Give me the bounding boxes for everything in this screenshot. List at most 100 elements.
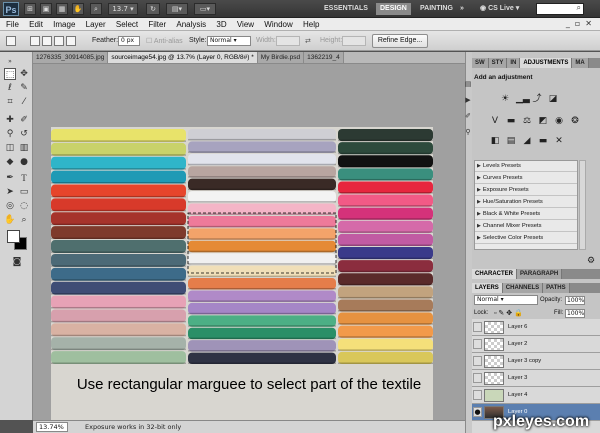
clone-stamp-tool-icon[interactable]: ⚲ bbox=[4, 128, 16, 140]
quick-selection-tool-icon[interactable]: ✎ bbox=[18, 82, 30, 94]
tab-paragraph[interactable]: PARAGRAPH bbox=[517, 269, 563, 279]
menu-analysis[interactable]: Analysis bbox=[172, 18, 210, 31]
opacity-field[interactable]: 100% bbox=[565, 296, 585, 305]
intersect-selection-icon[interactable] bbox=[66, 36, 76, 46]
panel-options-icon[interactable]: ⚙ bbox=[586, 256, 596, 266]
list-item[interactable]: ▶ Levels Presets bbox=[475, 161, 577, 172]
eyedropper-tool-icon[interactable]: ⁄ bbox=[18, 96, 30, 108]
curves-icon[interactable]: ⤴ bbox=[532, 94, 542, 104]
canvas-area[interactable]: Use rectangular marguee to select part o… bbox=[33, 64, 465, 427]
invert-icon[interactable]: ◧ bbox=[490, 136, 500, 146]
height-field[interactable] bbox=[342, 36, 366, 46]
list-item[interactable]: ▶ Black & White Presets bbox=[475, 209, 577, 220]
eraser-tool-icon[interactable]: ◫ bbox=[4, 142, 16, 154]
lasso-tool-icon[interactable]: ℓ bbox=[4, 82, 16, 94]
doc-tab[interactable]: 1362219_4 bbox=[304, 52, 344, 63]
menu-help[interactable]: Help bbox=[299, 18, 323, 31]
layer-row[interactable]: Layer 3 bbox=[472, 370, 600, 387]
swap-dimensions-icon[interactable]: ⇄ bbox=[305, 37, 311, 45]
mini-bridge-icon[interactable]: ▣ bbox=[40, 3, 52, 15]
list-item[interactable]: ▶ Selective Color Presets bbox=[475, 233, 577, 244]
new-selection-icon[interactable] bbox=[30, 36, 40, 46]
zoom-level-dropdown[interactable]: 13.7 ▾ bbox=[108, 3, 138, 15]
menu-select[interactable]: Select bbox=[112, 18, 142, 31]
help-search-input[interactable]: ⌕ bbox=[536, 3, 584, 15]
brightness-contrast-icon[interactable]: ☀ bbox=[500, 94, 510, 104]
visibility-toggle[interactable] bbox=[473, 339, 482, 349]
menu-layer[interactable]: Layer bbox=[82, 18, 110, 31]
path-selection-tool-icon[interactable]: ➤ bbox=[4, 186, 16, 198]
menu-3d[interactable]: 3D bbox=[212, 18, 230, 31]
doc-tab[interactable]: My Birdie.psd bbox=[257, 52, 305, 63]
black-white-icon[interactable]: ◩ bbox=[538, 116, 548, 126]
tab-character[interactable]: CHARACTER bbox=[472, 269, 517, 279]
tab-swatches[interactable]: SW bbox=[472, 58, 489, 68]
list-item[interactable]: ▶ Channel Mixer Presets bbox=[475, 221, 577, 232]
gradient-map-icon[interactable]: ▬ bbox=[538, 136, 548, 146]
menu-image[interactable]: Image bbox=[49, 18, 79, 31]
levels-icon[interactable]: ▁▃ bbox=[516, 94, 530, 104]
move-tool-icon[interactable]: ✥ bbox=[18, 68, 30, 80]
arrange-documents-icon[interactable]: ▤▾ bbox=[166, 3, 188, 15]
rectangular-marquee-tool-icon[interactable]: ⬚ bbox=[4, 68, 16, 80]
layer-row[interactable]: Layer 3 copy bbox=[472, 353, 600, 370]
fill-field[interactable]: 100% bbox=[565, 309, 585, 318]
gradient-tool-icon[interactable]: ▥ bbox=[18, 142, 30, 154]
hand-tool-icon[interactable]: ✋ bbox=[4, 214, 16, 226]
history-brush-tool-icon[interactable]: ↺ bbox=[18, 128, 30, 140]
list-item[interactable]: ▶ Curves Presets bbox=[475, 173, 577, 184]
dodge-tool-icon[interactable]: ● bbox=[18, 156, 30, 168]
shape-tool-icon[interactable]: ▭ bbox=[18, 186, 30, 198]
menu-window[interactable]: Window bbox=[260, 18, 296, 31]
add-to-selection-icon[interactable] bbox=[42, 36, 52, 46]
bridge-icon[interactable]: ⊞ bbox=[24, 3, 36, 15]
quick-mask-icon[interactable]: ◙ bbox=[11, 256, 23, 268]
visibility-toggle[interactable] bbox=[473, 356, 482, 366]
layer-row[interactable]: Layer 6 bbox=[472, 319, 600, 336]
menu-filter[interactable]: Filter bbox=[144, 18, 170, 31]
pen-tool-icon[interactable]: ✒ bbox=[4, 172, 16, 184]
workspace-painting[interactable]: PAINTING bbox=[416, 3, 457, 15]
list-item[interactable]: ▶ Hue/Saturation Presets bbox=[475, 197, 577, 208]
list-item[interactable]: ▶ Exposure Presets bbox=[475, 185, 577, 196]
visibility-eye-icon[interactable]: ● bbox=[473, 407, 482, 417]
menu-edit[interactable]: Edit bbox=[25, 18, 47, 31]
rotate-view-icon[interactable]: ↻ bbox=[146, 3, 160, 15]
selective-color-icon[interactable]: ✕ bbox=[554, 136, 564, 146]
menu-file[interactable]: File bbox=[0, 18, 23, 31]
hand-icon[interactable]: ✋ bbox=[72, 3, 84, 15]
tab-masks[interactable]: MA bbox=[572, 58, 589, 68]
3d-rotate-tool-icon[interactable]: ◎ bbox=[4, 200, 16, 212]
posterize-icon[interactable]: ▤ bbox=[506, 136, 516, 146]
channel-mixer-icon[interactable]: ❂ bbox=[570, 116, 580, 126]
tab-paths[interactable]: PATHS bbox=[543, 283, 570, 293]
crop-tool-icon[interactable]: ⌗ bbox=[4, 96, 16, 108]
doc-tab-active[interactable]: sourceimage54.jpg @ 13.7% (Layer 0, RGB/… bbox=[108, 52, 258, 63]
tab-adjustments[interactable]: ADJUSTMENTS bbox=[520, 58, 573, 68]
blend-mode-select[interactable]: Normal ▾ bbox=[474, 295, 538, 305]
toolbox-collapse-icon[interactable]: » bbox=[4, 56, 16, 68]
visibility-toggle[interactable] bbox=[473, 373, 482, 383]
window-controls[interactable]: _▫✕ bbox=[566, 19, 597, 28]
antialias-checkbox[interactable]: ☐ Anti-alias bbox=[146, 37, 183, 45]
layer-row[interactable]: Layer 2 bbox=[472, 336, 600, 353]
foreground-color-swatch[interactable] bbox=[7, 230, 20, 243]
refine-edge-button[interactable]: Refine Edge... bbox=[372, 34, 428, 48]
tool-preset-picker-icon[interactable] bbox=[6, 36, 16, 46]
3d-orbit-tool-icon[interactable]: ◌ bbox=[18, 200, 30, 212]
photo-filter-icon[interactable]: ◉ bbox=[554, 116, 564, 126]
menu-view[interactable]: View bbox=[233, 18, 258, 31]
screen-mode-icon[interactable]: ▭▾ bbox=[194, 3, 216, 15]
layer-row[interactable]: Layer 4 bbox=[472, 387, 600, 404]
lock-icons[interactable]: ▫ ✎ ✥ 🔒 bbox=[494, 309, 523, 317]
healing-brush-tool-icon[interactable]: ✚ bbox=[4, 114, 16, 126]
zoom-field[interactable]: 13.74% bbox=[36, 422, 68, 432]
feather-field[interactable]: 0 px bbox=[118, 36, 140, 46]
width-field[interactable] bbox=[276, 36, 300, 46]
threshold-icon[interactable]: ◢ bbox=[522, 136, 532, 146]
tab-styles[interactable]: STY bbox=[488, 58, 508, 68]
style-select[interactable]: Normal ▾ bbox=[207, 36, 251, 46]
brush-tool-icon[interactable]: ✐ bbox=[18, 114, 30, 126]
exposure-icon[interactable]: ◪ bbox=[548, 94, 558, 104]
vibrance-icon[interactable]: V bbox=[490, 116, 500, 126]
